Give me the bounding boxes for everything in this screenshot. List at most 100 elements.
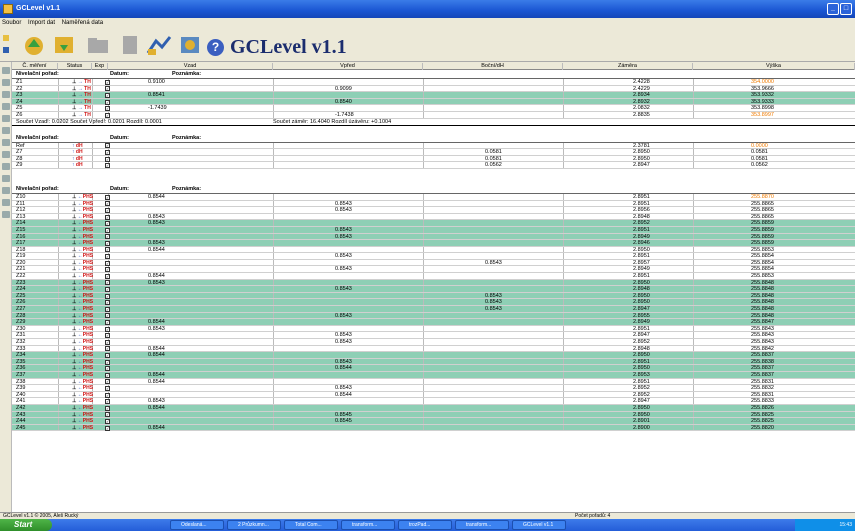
- status-icon[interactable]: ⊥ ←PHS: [72, 326, 93, 332]
- table-row[interactable]: Z5 ⊥ → TH ✓ -1.7439 2.0832 353.8998: [12, 105, 855, 112]
- status-icon[interactable]: ⊥ ←PHS: [72, 253, 93, 259]
- status-icon[interactable]: ⊥ ←PHS: [72, 385, 93, 391]
- taskbar-item[interactable]: transform...: [341, 520, 395, 530]
- exp-checkbox[interactable]: ✓: [105, 392, 110, 398]
- status-icon[interactable]: ⊥ ←PHS: [72, 280, 93, 286]
- table-row[interactable]: Z36 ⊥ ←PHS ✓ 0.8544 2.8950 255.8837: [12, 365, 855, 372]
- table-row[interactable]: Z26 ⊥ ←PHS ✓ 0.8543 2.8950 255.8848: [12, 299, 855, 307]
- taskbar-item[interactable]: trozPad...: [398, 520, 452, 530]
- table-row[interactable]: Z44 ⊥ ←PHS ✓ 0.8545 2.8901 255.8825: [12, 418, 855, 425]
- table-row[interactable]: Z8 ↑ dH ✓ 0.0581 2.8950 0.0581: [12, 155, 855, 163]
- taskbar-item[interactable]: Total Com...: [284, 520, 338, 530]
- table-row[interactable]: Z22 ⊥ ←PHS ✓ 0.8544 2.8951 255.8853: [12, 273, 855, 280]
- taskbar-item[interactable]: Odeslaná...: [170, 520, 224, 530]
- table-row[interactable]: Z31 ⊥ ←PHS ✓ 0.8543 2.8947 255.8843: [12, 332, 855, 339]
- exp-checkbox[interactable]: ✓: [105, 163, 110, 169]
- status-icon[interactable]: ⊥ ←PHS: [72, 306, 93, 312]
- status-icon[interactable]: ↑ dH: [72, 143, 83, 149]
- exp-checkbox[interactable]: ✓: [105, 247, 110, 253]
- document-icon[interactable]: [118, 33, 140, 57]
- side-tool-icon[interactable]: [2, 211, 10, 218]
- table-row[interactable]: Z18 ⊥ ←PHS ✓ 0.8544 2.8950 255.8853: [12, 246, 855, 254]
- status-icon[interactable]: ⊥ ←PHS: [72, 260, 93, 266]
- status-icon[interactable]: ⊥ ←PHS: [72, 214, 93, 220]
- taskbar-item[interactable]: GCLevel v1.1: [512, 520, 566, 530]
- status-icon[interactable]: ⊥ ←PHS: [72, 372, 93, 378]
- status-icon[interactable]: ⊥ ←PHS: [72, 379, 93, 385]
- status-icon[interactable]: ⊥ ←PHS: [72, 299, 93, 305]
- status-icon[interactable]: ⊥ ←PHS: [72, 266, 93, 272]
- exp-checkbox[interactable]: ✓: [105, 106, 110, 112]
- exp-checkbox[interactable]: ✓: [105, 359, 110, 365]
- table-row[interactable]: Z29 ⊥ ←PHS ✓ 0.8544 2.8949 255.8847: [12, 319, 855, 326]
- import-icon[interactable]: [52, 33, 74, 57]
- exp-checkbox[interactable]: ✓: [105, 143, 110, 149]
- side-arrow-icon[interactable]: [2, 91, 10, 98]
- settings-icon[interactable]: [178, 33, 200, 57]
- table-row[interactable]: Z4 ⊥ → TH ✓ 0.8540 2.8932 353.9333: [12, 98, 855, 106]
- menu-soubor[interactable]: Soubor: [2, 20, 21, 26]
- side-tool-icon[interactable]: [2, 127, 10, 134]
- status-icon[interactable]: ⊥ ←PHS: [72, 398, 93, 404]
- table-row[interactable]: Z3 ⊥ → TH ✓ 0.8541 2.8934 353.9332: [12, 92, 855, 99]
- exp-checkbox[interactable]: ✓: [105, 112, 110, 118]
- table-row[interactable]: Z11 ⊥ ←PHS ✓ 0.8543 2.8951 255.8865: [12, 200, 855, 208]
- exp-checkbox[interactable]: ✓: [105, 201, 110, 207]
- table-row[interactable]: Z37 ⊥ ←PHS ✓ 0.8544 2.8953 255.8837: [12, 371, 855, 379]
- status-icon[interactable]: ⊥ ←PHS: [72, 227, 93, 233]
- exp-checkbox[interactable]: ✓: [105, 273, 110, 279]
- exp-checkbox[interactable]: ✓: [105, 418, 110, 424]
- table-row[interactable]: Z30 ⊥ ←PHS ✓ 0.8543 2.8951 255.8843: [12, 325, 855, 333]
- exp-checkbox[interactable]: ✓: [105, 313, 110, 319]
- col-header-exp[interactable]: Exp: [92, 63, 108, 70]
- exp-checkbox[interactable]: ✓: [105, 333, 110, 339]
- status-icon[interactable]: ⊥ ←PHS: [72, 339, 93, 345]
- col-header-vzad[interactable]: Vzad: [108, 63, 273, 70]
- menu-import[interactable]: Import dat: [28, 20, 55, 26]
- status-icon[interactable]: ⊥ ←PHS: [72, 346, 93, 352]
- table-row[interactable]: Z12 ⊥ ←PHS ✓ 0.8543 2.8956 255.8865: [12, 207, 855, 214]
- status-icon[interactable]: ⊥ ←PHS: [72, 365, 93, 371]
- status-icon[interactable]: ⊥ ←PHS: [72, 201, 93, 207]
- status-icon[interactable]: ⊥ ←PHS: [72, 220, 93, 226]
- start-button[interactable]: Start: [0, 519, 52, 531]
- status-icon[interactable]: ⊥ ←PHS: [72, 273, 93, 279]
- side-tool-icon[interactable]: [2, 163, 10, 170]
- status-icon[interactable]: ⊥ ←PHS: [72, 286, 93, 292]
- exp-checkbox[interactable]: ✓: [105, 352, 110, 358]
- table-row[interactable]: Z27 ⊥ ←PHS ✓ 0.8543 2.8947 255.8848: [12, 306, 855, 313]
- status-icon[interactable]: ⊥ ←PHS: [72, 240, 93, 246]
- exp-checkbox[interactable]: ✓: [105, 240, 110, 246]
- minimize-button[interactable]: _: [827, 3, 839, 15]
- table-row[interactable]: Z38 ⊥ ←PHS ✓ 0.8544 2.8951 255.8831: [12, 378, 855, 386]
- exp-checkbox[interactable]: ✓: [105, 425, 110, 431]
- col-header-vpred[interactable]: Vpřed: [273, 63, 423, 70]
- table-row[interactable]: Z20 ⊥ ←PHS ✓ 0.8543 2.8957 255.8854: [12, 259, 855, 267]
- exp-checkbox[interactable]: ✓: [105, 149, 110, 155]
- status-icon[interactable]: ↑ dH: [72, 156, 83, 162]
- table-row[interactable]: Z17 ⊥ ←PHS ✓ 0.8543 2.8946 255.8859: [12, 240, 855, 247]
- status-icon[interactable]: ⊥ → TH: [72, 86, 91, 92]
- refresh-icon[interactable]: [22, 33, 44, 57]
- exp-checkbox[interactable]: ✓: [105, 214, 110, 220]
- table-row[interactable]: Z40 ⊥ ←PHS ✓ 0.8544 2.8952 255.8831: [12, 391, 855, 399]
- folder-icon[interactable]: [86, 33, 108, 57]
- exp-checkbox[interactable]: ✓: [105, 254, 110, 260]
- status-icon[interactable]: ⊥ → TH: [72, 92, 91, 98]
- table-row[interactable]: Z21 ⊥ ←PHS ✓ 0.8543 2.8949 255.8854: [12, 266, 855, 274]
- side-tool-icon[interactable]: [2, 115, 10, 122]
- exp-checkbox[interactable]: ✓: [105, 194, 110, 200]
- exp-checkbox[interactable]: ✓: [105, 86, 110, 92]
- exp-checkbox[interactable]: ✓: [105, 346, 110, 352]
- table-row[interactable]: Z19 ⊥ ←PHS ✓ 0.8543 2.8951 255.8854: [12, 253, 855, 260]
- exp-checkbox[interactable]: ✓: [105, 207, 110, 213]
- side-close-icon[interactable]: [2, 187, 10, 194]
- exp-checkbox[interactable]: ✓: [105, 300, 110, 306]
- table-row[interactable]: Z35 ⊥ ←PHS ✓ 0.8543 2.8951 255.8838: [12, 358, 855, 366]
- exp-checkbox[interactable]: ✓: [105, 385, 110, 391]
- table-row[interactable]: Z33 ⊥ ←PHS ✓ 0.8544 2.8948 255.8842: [12, 345, 855, 353]
- table-row[interactable]: Z23 ⊥ ←PHS ✓ 0.8543 2.8950 255.8848: [12, 279, 855, 287]
- status-icon[interactable]: ⊥ → TH: [72, 79, 91, 85]
- side-tool-icon[interactable]: [2, 175, 10, 182]
- table-row[interactable]: Z15 ⊥ ←PHS ✓ 0.8543 2.8951 255.8859: [12, 226, 855, 234]
